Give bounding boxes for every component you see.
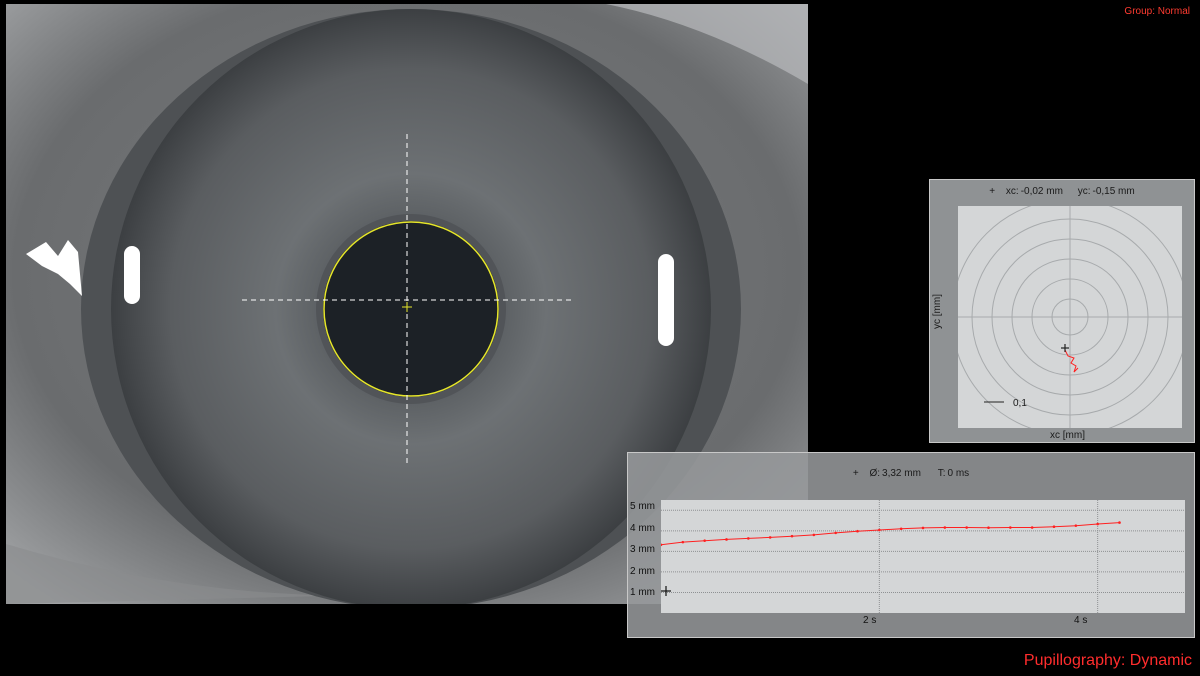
mode-label: Pupillography: Dynamic (1023, 652, 1192, 669)
data-point (1052, 525, 1056, 529)
data-point (1009, 526, 1012, 529)
y-tick: 5 mm (630, 501, 655, 512)
y-axis-label: yc [mm] (932, 294, 943, 329)
data-point (659, 543, 663, 547)
data-point (965, 526, 968, 529)
trend-marker-icon: + (852, 468, 859, 479)
xc-value: -0,02 mm (1020, 186, 1063, 197)
x-axis-label: xc [mm] (1050, 430, 1085, 441)
diameter-label: Ø: (869, 468, 881, 479)
data-point (856, 529, 859, 533)
reflection-right (658, 254, 674, 346)
data-point (725, 538, 728, 541)
data-point (834, 531, 837, 535)
data-point (943, 526, 947, 529)
data-point (899, 527, 903, 531)
y-tick: 3 mm (630, 544, 655, 555)
pupil-center-plot (951, 198, 1189, 436)
time-value: 0 ms (947, 468, 970, 479)
diameter-trend-plot (659, 500, 1185, 613)
x-tick: 2 s (863, 615, 877, 626)
yc-label: yc: (1077, 186, 1091, 197)
data-point (1074, 524, 1078, 527)
x-tick: 4 s (1074, 615, 1088, 626)
y-tick: 4 mm (630, 523, 655, 534)
data-point (878, 528, 881, 532)
data-point (987, 526, 990, 530)
diameter-trend-panel: + Ø: 3,32 mm T: 0 ms 5 mm 4 mm 3 mm 2 mm 1… (627, 452, 1195, 638)
group-label: Group: Normal (1124, 6, 1190, 17)
data-point (812, 533, 816, 537)
y-tick: 1 mm (630, 587, 655, 598)
data-point (790, 534, 794, 538)
data-point (747, 537, 750, 540)
scale-value: 0,1 (1013, 398, 1027, 409)
data-point (1118, 521, 1121, 524)
data-point (768, 536, 772, 539)
data-point (921, 526, 925, 530)
pupil-center-panel: + xc: -0,02 mm yc: -0,15 mm 0,1 xc [mm] yc… (929, 179, 1195, 443)
yc-value: -0,15 mm (1092, 186, 1135, 197)
diameter-trace (660, 522, 1120, 546)
time-label: T: (937, 468, 946, 479)
data-point (703, 539, 706, 542)
diameter-value: 3,32 mm (882, 468, 921, 479)
diameter-trend-svg (659, 500, 1185, 613)
data-point (1030, 526, 1034, 529)
y-tick: 2 mm (630, 566, 655, 577)
data-point (681, 540, 685, 544)
diameter-readout: + Ø: 3,32 mm T: 0 ms (628, 468, 1194, 479)
center-readout: + xc: -0,02 mm yc: -0,15 mm (930, 186, 1194, 197)
xc-label: xc: (1005, 186, 1019, 197)
data-point (1096, 522, 1099, 526)
crosshair-marker-icon: + (989, 186, 996, 197)
reflection-left (124, 246, 140, 304)
